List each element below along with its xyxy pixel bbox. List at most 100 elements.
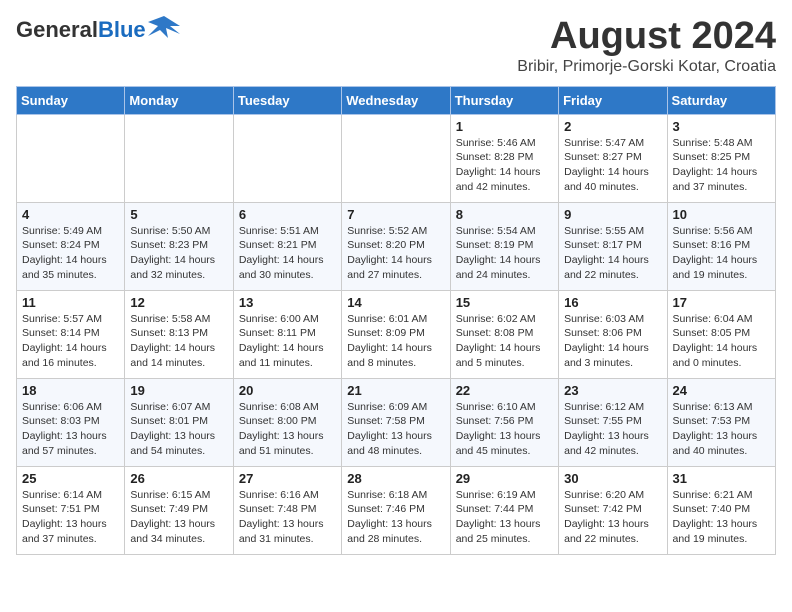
day-info: Sunrise: 6:04 AM Sunset: 8:05 PM Dayligh… bbox=[673, 312, 770, 371]
calendar-cell: 20 Sunrise: 6:08 AM Sunset: 8:00 PM Dayli… bbox=[233, 378, 341, 466]
days-of-week-row: SundayMondayTuesdayWednesdayThursdayFrid… bbox=[17, 86, 776, 114]
day-info: Sunrise: 5:46 AM Sunset: 8:28 PM Dayligh… bbox=[456, 136, 553, 195]
calendar-cell: 25Sunrise: 6:14 AM Sunset: 7:51 PM Dayli… bbox=[17, 466, 125, 554]
day-info: Sunrise: 6:12 AM Sunset: 7:55 PM Dayligh… bbox=[564, 400, 661, 459]
calendar-cell: 2 Sunrise: 5:47 AM Sunset: 8:27 PM Daylig… bbox=[559, 114, 667, 202]
day-number: 18 bbox=[22, 383, 119, 398]
day-of-week-header: Monday bbox=[125, 86, 233, 114]
day-of-week-header: Friday bbox=[559, 86, 667, 114]
day-info: Sunrise: 6:15 AM Sunset: 7:49 PM Dayligh… bbox=[130, 488, 227, 547]
calendar-body: 1 Sunrise: 5:46 AM Sunset: 8:28 PM Daylig… bbox=[17, 114, 776, 554]
calendar-cell: 5 Sunrise: 5:50 AM Sunset: 8:23 PM Daylig… bbox=[125, 202, 233, 290]
day-number: 4 bbox=[22, 207, 119, 222]
day-number: 1 bbox=[456, 119, 553, 134]
calendar-cell: 7Sunrise: 5:52 AM Sunset: 8:20 PM Daylig… bbox=[342, 202, 450, 290]
logo-general-text: General bbox=[16, 17, 98, 42]
calendar-table: SundayMondayTuesdayWednesdayThursdayFrid… bbox=[16, 86, 776, 555]
calendar-cell: 14 Sunrise: 6:01 AM Sunset: 8:09 PM Dayli… bbox=[342, 290, 450, 378]
logo: GeneralBlue bbox=[16, 16, 180, 44]
calendar-cell: 29Sunrise: 6:19 AM Sunset: 7:44 PM Dayli… bbox=[450, 466, 558, 554]
day-info: Sunrise: 5:47 AM Sunset: 8:27 PM Dayligh… bbox=[564, 136, 661, 195]
day-info: Sunrise: 6:01 AM Sunset: 8:09 PM Dayligh… bbox=[347, 312, 444, 371]
header: GeneralBlue August 2024 Bribir, Primorje… bbox=[16, 16, 776, 76]
day-number: 12 bbox=[130, 295, 227, 310]
day-info: Sunrise: 6:00 AM Sunset: 8:11 PM Dayligh… bbox=[239, 312, 336, 371]
day-number: 14 bbox=[347, 295, 444, 310]
day-number: 6 bbox=[239, 207, 336, 222]
day-info: Sunrise: 5:54 AM Sunset: 8:19 PM Dayligh… bbox=[456, 224, 553, 283]
calendar-header: SundayMondayTuesdayWednesdayThursdayFrid… bbox=[17, 86, 776, 114]
calendar-cell: 1 Sunrise: 5:46 AM Sunset: 8:28 PM Daylig… bbox=[450, 114, 558, 202]
day-info: Sunrise: 6:09 AM Sunset: 7:58 PM Dayligh… bbox=[347, 400, 444, 459]
calendar-week-row: 11 Sunrise: 5:57 AM Sunset: 8:14 PM Dayli… bbox=[17, 290, 776, 378]
calendar-cell: 6 Sunrise: 5:51 AM Sunset: 8:21 PM Daylig… bbox=[233, 202, 341, 290]
calendar-cell: 15 Sunrise: 6:02 AM Sunset: 8:08 PM Dayli… bbox=[450, 290, 558, 378]
day-info: Sunrise: 5:52 AM Sunset: 8:20 PM Dayligh… bbox=[347, 224, 444, 283]
month-title: August 2024 bbox=[517, 16, 776, 58]
day-number: 19 bbox=[130, 383, 227, 398]
day-number: 28 bbox=[347, 471, 444, 486]
calendar-cell bbox=[17, 114, 125, 202]
day-number: 9 bbox=[564, 207, 661, 222]
day-info: Sunrise: 6:10 AM Sunset: 7:56 PM Dayligh… bbox=[456, 400, 553, 459]
calendar-week-row: 1 Sunrise: 5:46 AM Sunset: 8:28 PM Daylig… bbox=[17, 114, 776, 202]
day-number: 5 bbox=[130, 207, 227, 222]
day-info: Sunrise: 5:55 AM Sunset: 8:17 PM Dayligh… bbox=[564, 224, 661, 283]
calendar-cell: 26 Sunrise: 6:15 AM Sunset: 7:49 PM Dayli… bbox=[125, 466, 233, 554]
calendar-cell: 16 Sunrise: 6:03 AM Sunset: 8:06 PM Dayli… bbox=[559, 290, 667, 378]
day-of-week-header: Saturday bbox=[667, 86, 775, 114]
calendar-cell: 28 Sunrise: 6:18 AM Sunset: 7:46 PM Dayli… bbox=[342, 466, 450, 554]
location-subtitle: Bribir, Primorje-Gorski Kotar, Croatia bbox=[517, 58, 776, 76]
day-info: Sunrise: 5:58 AM Sunset: 8:13 PM Dayligh… bbox=[130, 312, 227, 371]
day-info: Sunrise: 5:48 AM Sunset: 8:25 PM Dayligh… bbox=[673, 136, 770, 195]
day-number: 24 bbox=[673, 383, 770, 398]
title-area: August 2024 Bribir, Primorje-Gorski Kota… bbox=[517, 16, 776, 76]
day-info: Sunrise: 5:50 AM Sunset: 8:23 PM Dayligh… bbox=[130, 224, 227, 283]
calendar-cell: 22 Sunrise: 6:10 AM Sunset: 7:56 PM Dayli… bbox=[450, 378, 558, 466]
day-number: 23 bbox=[564, 383, 661, 398]
day-info: Sunrise: 6:21 AM Sunset: 7:40 PM Dayligh… bbox=[673, 488, 770, 547]
day-info: Sunrise: 5:56 AM Sunset: 8:16 PM Dayligh… bbox=[673, 224, 770, 283]
day-number: 31 bbox=[673, 471, 770, 486]
calendar-cell: 17 Sunrise: 6:04 AM Sunset: 8:05 PM Dayli… bbox=[667, 290, 775, 378]
day-number: 15 bbox=[456, 295, 553, 310]
calendar-cell: 13 Sunrise: 6:00 AM Sunset: 8:11 PM Dayli… bbox=[233, 290, 341, 378]
day-number: 13 bbox=[239, 295, 336, 310]
calendar-cell bbox=[125, 114, 233, 202]
day-of-week-header: Sunday bbox=[17, 86, 125, 114]
day-number: 17 bbox=[673, 295, 770, 310]
day-number: 11 bbox=[22, 295, 119, 310]
day-number: 2 bbox=[564, 119, 661, 134]
calendar-cell: 31 Sunrise: 6:21 AM Sunset: 7:40 PM Dayli… bbox=[667, 466, 775, 554]
day-info: Sunrise: 6:18 AM Sunset: 7:46 PM Dayligh… bbox=[347, 488, 444, 547]
day-info: Sunrise: 6:02 AM Sunset: 8:08 PM Dayligh… bbox=[456, 312, 553, 371]
day-number: 27 bbox=[239, 471, 336, 486]
day-number: 29 bbox=[456, 471, 553, 486]
calendar-cell: 19 Sunrise: 6:07 AM Sunset: 8:01 PM Dayli… bbox=[125, 378, 233, 466]
calendar-cell: 27Sunrise: 6:16 AM Sunset: 7:48 PM Dayli… bbox=[233, 466, 341, 554]
calendar-cell: 11 Sunrise: 5:57 AM Sunset: 8:14 PM Dayli… bbox=[17, 290, 125, 378]
day-info: Sunrise: 6:03 AM Sunset: 8:06 PM Dayligh… bbox=[564, 312, 661, 371]
day-info: Sunrise: 6:08 AM Sunset: 8:00 PM Dayligh… bbox=[239, 400, 336, 459]
day-of-week-header: Thursday bbox=[450, 86, 558, 114]
day-of-week-header: Wednesday bbox=[342, 86, 450, 114]
calendar-cell: 21 Sunrise: 6:09 AM Sunset: 7:58 PM Dayli… bbox=[342, 378, 450, 466]
logo-bird-icon bbox=[148, 12, 180, 44]
day-number: 26 bbox=[130, 471, 227, 486]
day-number: 21 bbox=[347, 383, 444, 398]
calendar-cell bbox=[233, 114, 341, 202]
day-number: 20 bbox=[239, 383, 336, 398]
day-number: 16 bbox=[564, 295, 661, 310]
calendar-week-row: 4Sunrise: 5:49 AM Sunset: 8:24 PM Daylig… bbox=[17, 202, 776, 290]
day-number: 25 bbox=[22, 471, 119, 486]
day-number: 3 bbox=[673, 119, 770, 134]
calendar-cell: 10Sunrise: 5:56 AM Sunset: 8:16 PM Dayli… bbox=[667, 202, 775, 290]
day-number: 30 bbox=[564, 471, 661, 486]
day-info: Sunrise: 6:06 AM Sunset: 8:03 PM Dayligh… bbox=[22, 400, 119, 459]
calendar-week-row: 25Sunrise: 6:14 AM Sunset: 7:51 PM Dayli… bbox=[17, 466, 776, 554]
day-info: Sunrise: 6:07 AM Sunset: 8:01 PM Dayligh… bbox=[130, 400, 227, 459]
logo-blue-text: Blue bbox=[98, 17, 146, 42]
day-info: Sunrise: 5:51 AM Sunset: 8:21 PM Dayligh… bbox=[239, 224, 336, 283]
day-number: 22 bbox=[456, 383, 553, 398]
day-info: Sunrise: 5:57 AM Sunset: 8:14 PM Dayligh… bbox=[22, 312, 119, 371]
